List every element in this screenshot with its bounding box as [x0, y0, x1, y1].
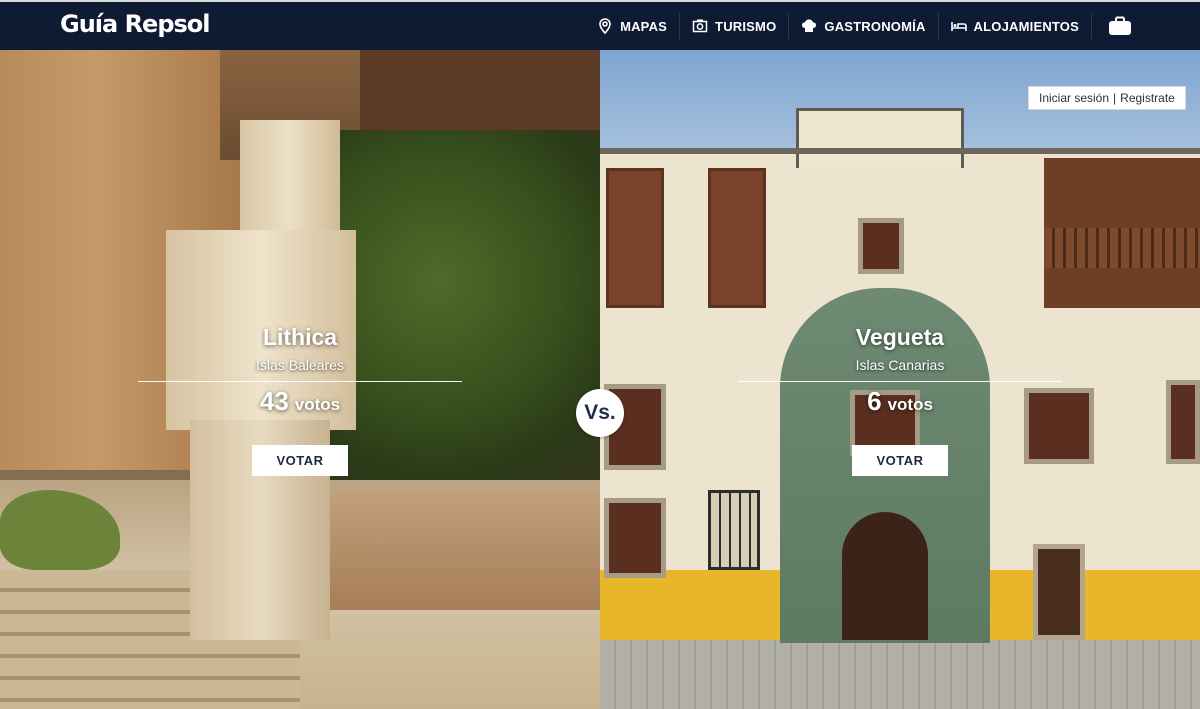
place-name: Lithica — [262, 324, 338, 350]
bed-icon — [950, 22, 967, 31]
vote-total: 6 votos — [600, 386, 1200, 417]
vote-count: 6 — [867, 386, 882, 416]
contestant-info-right: Vegueta Islas Canarias 6 votos VOTAR — [600, 50, 1200, 709]
register-link[interactable]: Registrate — [1120, 91, 1175, 105]
vote-unit: votos — [294, 395, 341, 414]
camera-icon — [692, 19, 708, 33]
divider — [138, 381, 462, 382]
nav-item-mapas[interactable]: MAPAS — [585, 13, 681, 39]
nav-label-turismo: TURISMO — [715, 18, 777, 34]
nav-label-mapas: MAPAS — [620, 18, 668, 34]
nav-item-gastronomia[interactable]: GASTRONOMÍA — [789, 13, 939, 39]
login-link[interactable]: Iniciar sesión — [1039, 91, 1109, 105]
chef-hat-icon — [802, 19, 817, 32]
vote-unit: votos — [887, 395, 933, 414]
contestant-panel-right: Vegueta Islas Canarias 6 votos VOTAR — [600, 50, 1200, 709]
main-nav: MAPAS TURISMO GASTRONOMÍA ALOJAMIENTOS — [585, 2, 1144, 50]
briefcase-icon — [1109, 16, 1131, 35]
top-navigation-bar: Guía Repsol MAPAS TURISMO GASTRONOMÍA AL… — [0, 0, 1200, 50]
auth-separator: | — [1113, 91, 1117, 105]
nav-label-gastronomia: GASTRONOMÍA — [824, 18, 926, 34]
guia-repsol-logo[interactable]: Guía Repsol — [60, 10, 210, 38]
logo-text: Guía Repsol — [60, 10, 210, 38]
contestant-panel-left: Lithica Islas Baleares 43 votos VOTAR — [0, 50, 600, 709]
place-region: Islas Canarias — [855, 357, 945, 373]
auth-links: Iniciar sesión | Registrate — [1028, 86, 1186, 110]
divider — [738, 381, 1062, 382]
versus-badge: Vs. — [576, 389, 624, 437]
contestant-info-left: Lithica Islas Baleares 43 votos VOTAR — [0, 50, 600, 709]
vote-button-vegueta[interactable]: VOTAR — [852, 445, 948, 476]
vote-button-lithica[interactable]: VOTAR — [252, 445, 348, 476]
nav-item-turismo[interactable]: TURISMO — [680, 13, 790, 39]
place-name: Vegueta — [855, 324, 945, 350]
map-pin-icon — [599, 18, 611, 34]
vote-total: 43 votos — [0, 386, 600, 417]
nav-briefcase-button[interactable] — [1092, 13, 1144, 39]
nav-label-alojamientos: ALOJAMIENTOS — [973, 18, 1079, 34]
vote-count: 43 — [259, 386, 289, 416]
place-region: Islas Baleares — [256, 357, 344, 373]
nav-item-alojamientos[interactable]: ALOJAMIENTOS — [939, 13, 1092, 39]
